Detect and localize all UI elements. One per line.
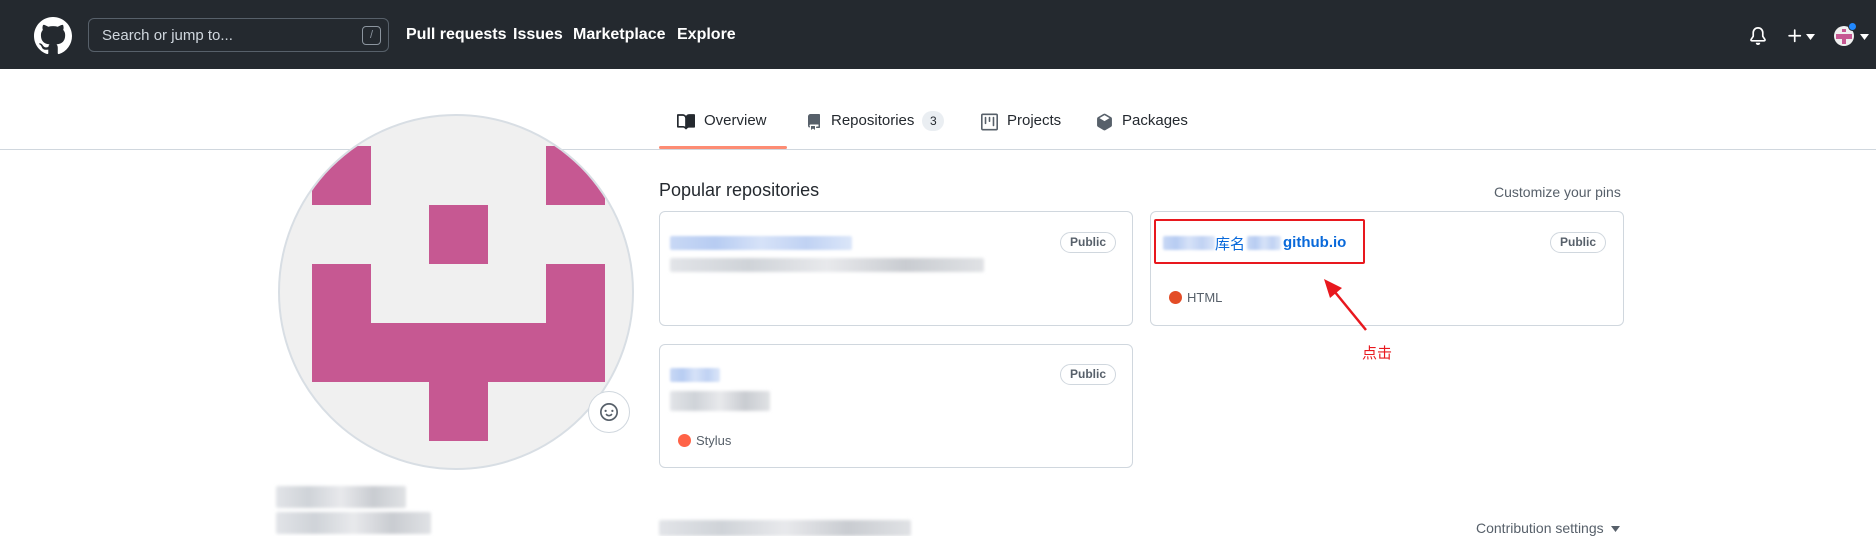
- repositories-count-badge: 3: [922, 111, 945, 131]
- tab-repositories-label: Repositories: [831, 112, 915, 129]
- contributions-heading-redacted: [659, 520, 911, 536]
- repo-card: Public Stylus: [659, 344, 1133, 468]
- repo-icon: [808, 114, 820, 130]
- repo-description-redacted: [670, 258, 984, 272]
- visibility-badge: Public: [1550, 232, 1607, 253]
- chevron-down-icon[interactable]: [1860, 34, 1869, 40]
- global-header: Search or jump to... / Pull requests Iss…: [0, 0, 1876, 69]
- popular-repos-title: Popular repositories: [659, 180, 820, 200]
- repo-language: HTML: [1169, 290, 1222, 305]
- search-placeholder: Search or jump to...: [102, 27, 233, 44]
- language-label: Stylus: [696, 433, 732, 448]
- repo-name-redacted[interactable]: [670, 236, 852, 250]
- nav-issues[interactable]: Issues: [513, 26, 563, 44]
- profile-username-redacted: [276, 512, 431, 534]
- tab-projects-label: Projects: [1007, 112, 1062, 129]
- language-label: HTML: [1187, 290, 1223, 305]
- visibility-badge: Public: [1060, 364, 1117, 385]
- customize-pins-link[interactable]: Customize your pins: [1494, 184, 1621, 200]
- tab-repositories[interactable]: Repositories 3: [806, 111, 945, 150]
- tab-packages[interactable]: Packages: [1096, 112, 1188, 150]
- contribution-settings-label: Contribution settings: [1476, 520, 1604, 536]
- tab-projects[interactable]: Projects: [981, 112, 1061, 150]
- repo-card: Public: [659, 211, 1133, 326]
- book-icon: [677, 114, 695, 130]
- tab-overview[interactable]: Overview: [677, 112, 767, 150]
- repo-name-redacted[interactable]: [670, 368, 720, 382]
- nav-pull-requests[interactable]: Pull requests: [406, 26, 506, 44]
- profile-name-redacted: [276, 486, 406, 508]
- nav-marketplace[interactable]: Marketplace: [573, 26, 666, 44]
- annotation-arrow-icon: [1324, 279, 1367, 331]
- bell-icon[interactable]: [1749, 26, 1767, 46]
- plus-icon[interactable]: [1786, 27, 1804, 45]
- slash-shortcut-key: /: [362, 26, 381, 45]
- search-input[interactable]: Search or jump to... /: [88, 18, 389, 52]
- language-color-dot: [678, 434, 691, 447]
- set-status-button[interactable]: [588, 391, 630, 433]
- annotation-text: 点击: [1362, 345, 1393, 362]
- repo-description-redacted: [670, 391, 770, 411]
- package-icon: [1097, 113, 1112, 131]
- smiley-icon: [600, 403, 618, 421]
- repo-language: Stylus: [678, 433, 731, 448]
- project-icon: [981, 113, 998, 131]
- contribution-settings-dropdown[interactable]: Contribution settings: [1476, 520, 1620, 536]
- tabs-divider: [0, 149, 1876, 150]
- notification-dot-icon: [1848, 22, 1857, 31]
- chevron-down-icon[interactable]: [1806, 34, 1815, 40]
- language-color-dot: [1169, 291, 1182, 304]
- tab-packages-label: Packages: [1122, 112, 1188, 129]
- profile-avatar: [278, 114, 634, 470]
- visibility-badge: Public: [1060, 232, 1117, 253]
- chevron-down-icon: [1610, 526, 1620, 533]
- tab-overview-label: Overview: [704, 112, 767, 129]
- github-logo-icon[interactable]: [34, 17, 72, 55]
- annotation-highlight-box: [1154, 219, 1365, 264]
- nav-explore[interactable]: Explore: [677, 26, 736, 44]
